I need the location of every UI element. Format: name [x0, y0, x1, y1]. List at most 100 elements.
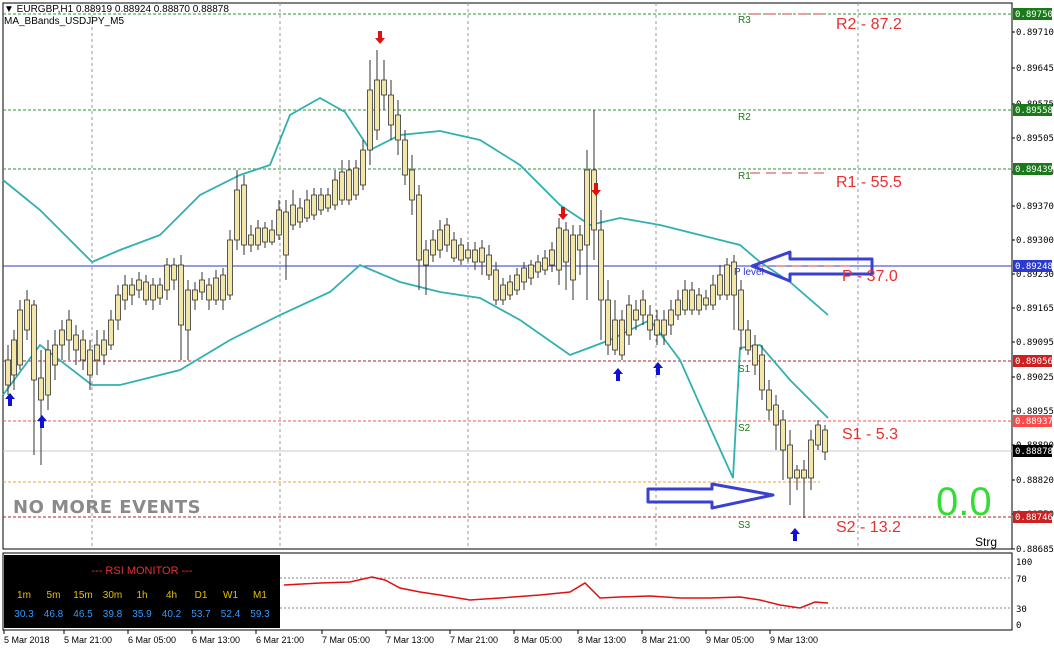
level-name-r1: R1: [738, 171, 751, 182]
rsi-tf-1h: 1h: [136, 590, 148, 601]
candle-body: [192, 289, 198, 301]
price-tag-label: 0.89439: [1015, 165, 1053, 175]
level-name-p: P level: [734, 267, 764, 278]
candle-body: [696, 294, 702, 311]
date-tick: 5 Mar 2018: [4, 635, 50, 645]
date-axis[interactable]: 5 Mar 2018 5 Mar 21:00 6 Mar 05:00 6 Mar 13…: [3, 630, 818, 645]
candle-body: [164, 264, 170, 291]
candle-body: [129, 284, 135, 296]
candle-body: [591, 169, 597, 231]
candle-body: [605, 299, 611, 346]
candle-body: [185, 289, 191, 331]
candle-body: [297, 207, 303, 223]
rsi-val-5m: 46.8: [43, 609, 64, 620]
candle-body: [703, 297, 709, 306]
date-tick: 7 Mar 13:00: [386, 635, 434, 645]
candle-body: [276, 209, 282, 236]
candle-body: [262, 227, 268, 243]
candle-body: [668, 309, 674, 326]
candle-body: [346, 169, 352, 201]
rsi-val-m1: 59.3: [250, 609, 270, 620]
price-axis[interactable]: 0.897100.896450.895750.895050.894400.893…: [1012, 8, 1054, 555]
candle-body: [598, 229, 604, 301]
rsi-tf-15m: 15m: [73, 590, 93, 601]
candle-body: [381, 79, 387, 96]
candle-body: [738, 289, 744, 331]
date-tick: 7 Mar 21:00: [450, 635, 498, 645]
candle-body: [339, 171, 345, 201]
rsi-axis: 100 70 30 0: [1016, 558, 1032, 631]
candle-body: [17, 309, 23, 366]
candle-body: [157, 284, 163, 299]
candle-body: [479, 247, 485, 263]
level-name-s3: S3: [738, 520, 751, 531]
chart-header-symbol: ▼ EURGBP,H1 0.88919 0.88924 0.88870 0.88…: [4, 4, 229, 15]
level-name-s2: S2: [738, 423, 751, 434]
candle-body: [507, 281, 513, 296]
candle-body: [269, 229, 275, 243]
chart-header-indicator: MA_BBands_USDJPY_M5: [4, 16, 125, 27]
candle-body: [24, 299, 30, 331]
rsi-monitor-panel: --- RSI MONITOR --- 1m 5m 15m 30m 1h 4h …: [4, 555, 280, 628]
price-tag-label: 0.88937: [1015, 417, 1053, 427]
no-more-events-banner: NO MORE EVENTS: [13, 497, 202, 518]
candle-body: [584, 169, 590, 246]
candle-body: [178, 264, 184, 326]
candle-body: [143, 281, 149, 301]
candle-body: [108, 319, 114, 346]
date-tick: 7 Mar 05:00: [322, 635, 370, 645]
candle-body: [556, 227, 562, 271]
candle-body: [52, 344, 58, 366]
price-tick: 0.88820: [1016, 476, 1054, 486]
candle-body: [73, 334, 79, 351]
rsi-tf-1m: 1m: [17, 590, 31, 601]
rsi-val-30m: 39.8: [102, 609, 123, 620]
rsi-tf-4h: 4h: [165, 590, 178, 601]
candle-body: [353, 167, 359, 196]
price-tick: 0.89300: [1016, 236, 1054, 246]
candle-body: [626, 304, 632, 336]
candle-body: [115, 294, 121, 321]
rsi-val-4h: 40.2: [161, 609, 182, 620]
candle-body: [710, 284, 716, 306]
price-tick: 0.89025: [1016, 373, 1054, 383]
candle-body: [409, 169, 415, 201]
candle-body: [248, 234, 254, 246]
rsi-val-15m: 46.5: [73, 609, 93, 620]
svg-text:70: 70: [1016, 575, 1027, 585]
date-tick: 5 Mar 21:00: [64, 635, 112, 645]
candle-body: [535, 261, 541, 273]
level-value-r1: R1 - 55.5: [836, 174, 902, 191]
candle-body: [367, 89, 373, 151]
strg-label: Strg: [975, 535, 998, 549]
candle-body: [31, 304, 37, 381]
candle-body: [808, 439, 814, 479]
price-tick: 0.88685: [1016, 545, 1054, 555]
candle-body: [654, 319, 660, 336]
candle-body: [458, 244, 464, 261]
candle-body: [423, 249, 429, 266]
candle-body: [199, 279, 205, 293]
candle-body: [374, 79, 380, 131]
level-name-r3: R3: [738, 15, 751, 26]
candle-body: [416, 194, 422, 261]
rsi-tf-w1: W1: [223, 590, 238, 601]
candle-body: [500, 284, 506, 301]
level-value-s3: S2 - 13.2: [836, 519, 901, 536]
rsi-tf-5m: 5m: [46, 590, 61, 601]
candle-body: [360, 149, 366, 186]
candle-body: [717, 274, 723, 296]
svg-text:0: 0: [1016, 621, 1021, 631]
candle-body: [619, 319, 625, 356]
candle-body: [640, 299, 646, 316]
candle-body: [150, 284, 156, 301]
candle-body: [388, 94, 394, 126]
candle-body: [486, 254, 492, 276]
candle-body: [773, 404, 779, 426]
candle-body: [45, 349, 51, 396]
price-tag-label: 0.88878: [1015, 447, 1053, 457]
date-tick: 9 Mar 05:00: [706, 635, 754, 645]
candle-body: [682, 289, 688, 311]
candle-body: [290, 204, 296, 226]
svg-text:100: 100: [1016, 558, 1032, 568]
